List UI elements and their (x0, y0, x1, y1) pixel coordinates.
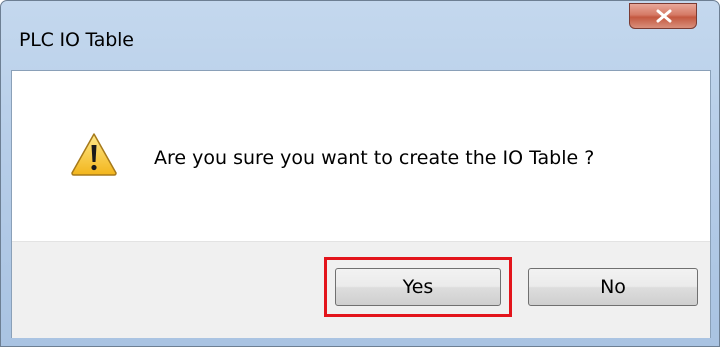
confirmation-message: Are you sure you want to create the IO T… (154, 147, 595, 169)
close-icon (656, 9, 672, 23)
window-title: PLC IO Table (19, 29, 134, 51)
message-area: Are you sure you want to create the IO T… (12, 71, 710, 241)
title-bar[interactable]: PLC IO Table (1, 1, 719, 59)
dialog-content: Are you sure you want to create the IO T… (11, 70, 711, 338)
close-button[interactable] (629, 3, 697, 29)
dialog-window: PLC IO Table Are you sure you want to cr… (0, 0, 720, 347)
warning-icon (71, 133, 117, 176)
button-bar: Yes No (12, 241, 710, 338)
yes-button[interactable]: Yes (335, 268, 501, 306)
no-button[interactable]: No (528, 268, 698, 306)
